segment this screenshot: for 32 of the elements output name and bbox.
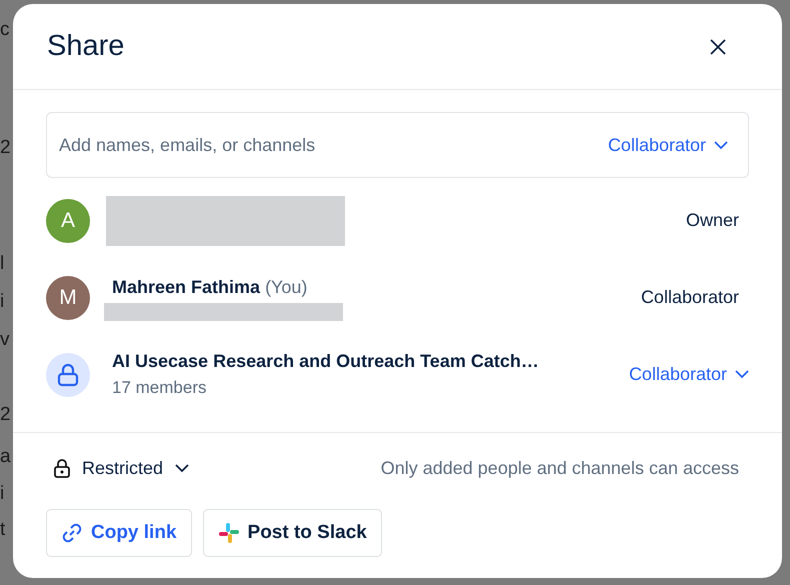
chevron-down-icon (714, 140, 728, 150)
avatar: M (46, 276, 90, 320)
background-text: c (0, 20, 10, 39)
chevron-down-icon (175, 464, 190, 472)
post-to-slack-button[interactable]: Post to Slack (202, 509, 382, 557)
background-text: i (0, 292, 4, 311)
lock-icon (54, 458, 70, 478)
access-description: Only added people and channels can access (380, 456, 739, 480)
background-text: 2 (0, 138, 11, 157)
dialog-title: Share (47, 28, 124, 64)
copy-link-button[interactable]: Copy link (46, 509, 192, 557)
invite-input[interactable]: Add names, emails, or channels (59, 132, 608, 158)
background-text: 2 (0, 405, 11, 424)
background-text: l (0, 254, 4, 273)
member-count: 17 members (112, 377, 208, 400)
background-text: t (0, 520, 6, 539)
background-text: i (0, 484, 4, 503)
role-dropdown[interactable]: Collaborator (628, 361, 749, 388)
invite-field[interactable]: Add names, emails, or channels Collaborator (46, 112, 749, 178)
slack-logo-icon (218, 522, 240, 544)
access-dropdown[interactable]: Restricted (54, 454, 190, 482)
link-icon (61, 522, 83, 544)
member-name: Mahreen Fathima (You) (112, 276, 308, 299)
lock-icon (46, 352, 90, 396)
member-role: Collaborator (640, 286, 739, 309)
member-role: Owner (686, 209, 739, 232)
member-name: AI Usecase Research and Outreach Team Catch… (112, 350, 540, 374)
background-text: a (0, 447, 11, 466)
chevron-down-icon (735, 370, 749, 379)
background-text: v (0, 330, 10, 349)
avatar: A (46, 198, 90, 242)
role-dropdown[interactable]: Collaborator (608, 132, 728, 158)
